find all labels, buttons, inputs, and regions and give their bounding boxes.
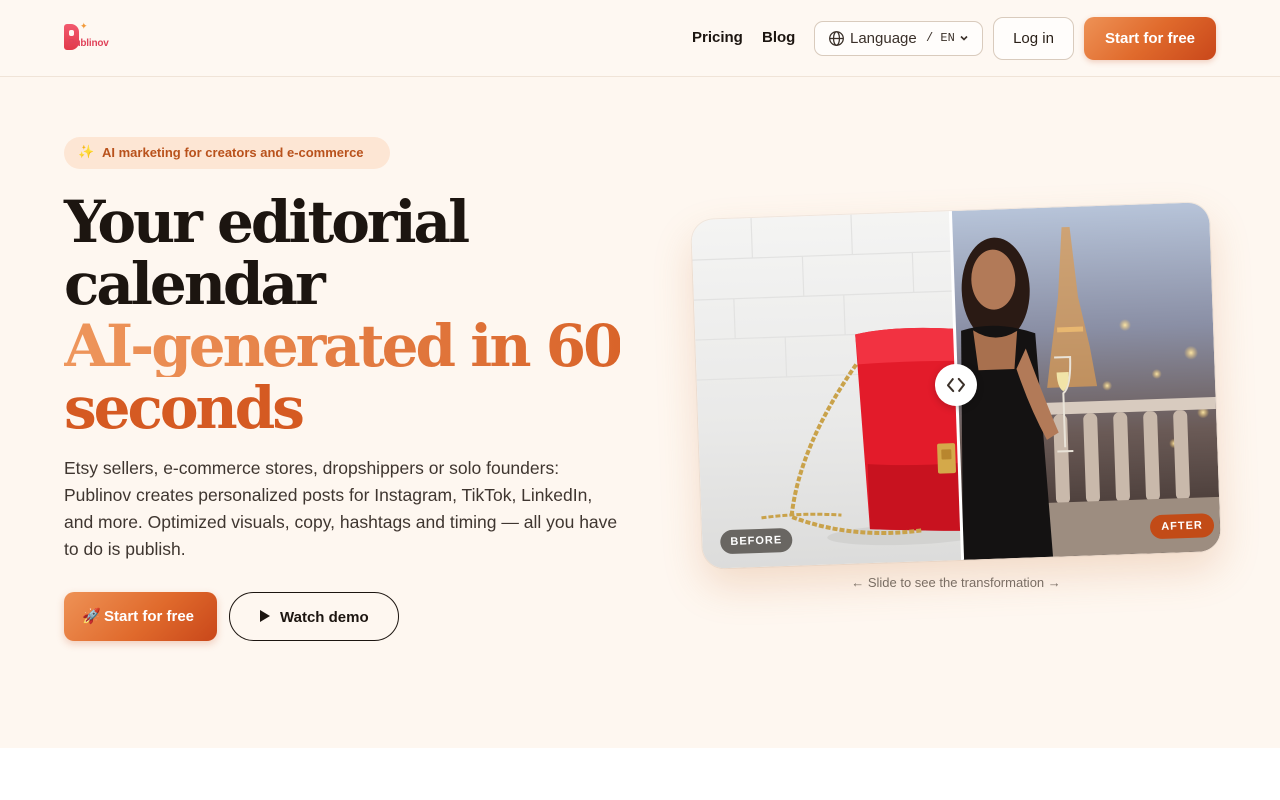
before-image <box>691 211 964 569</box>
chevron-down-icon <box>960 35 968 41</box>
login-button[interactable]: Log in <box>993 17 1074 60</box>
globe-icon <box>829 31 844 46</box>
hero-start-free-button[interactable]: 🚀 Start for free <box>64 592 217 641</box>
nav-blog-link[interactable]: Blog <box>762 29 795 46</box>
hero-title-line-2: calendar <box>64 250 326 318</box>
hero-title-line-3: AI-generated in 60 <box>64 312 623 380</box>
before-after-comparison[interactable]: BEFORE AFTER <box>691 202 1221 569</box>
language-code: / EN <box>926 31 955 45</box>
sparkles-icon: ✨ <box>78 144 95 159</box>
after-label: AFTER <box>1149 513 1215 540</box>
language-selector[interactable]: Language / EN <box>814 21 983 56</box>
paris-model-illustration <box>961 226 1221 560</box>
watch-demo-label: Watch demo <box>280 609 369 626</box>
play-icon <box>260 610 270 622</box>
site-header: ✦ Publinov Pricing Blog Language / EN Lo… <box>0 0 1280 77</box>
hero-badge: ✨ AI marketing for creators and e-commer… <box>64 137 390 169</box>
hero-badge-text: AI marketing for creators and e-commerce <box>102 145 364 160</box>
code-arrows-icon <box>946 377 965 393</box>
hero-title-line-1: Your editorial <box>64 188 470 256</box>
logo-star-icon: ✦ <box>80 21 88 31</box>
language-label: Language <box>850 30 917 47</box>
logo-wordmark: Publinov <box>68 38 109 49</box>
watch-demo-button[interactable]: Watch demo <box>229 592 399 641</box>
hero-start-free-label: Start for free <box>104 608 195 625</box>
red-handbag-illustration <box>692 214 964 546</box>
comparison-caption: ← Slide to see the transformation → <box>851 575 1061 590</box>
nav-pricing-link[interactable]: Pricing <box>692 29 743 46</box>
hero-title-line-4: seconds <box>64 374 305 442</box>
after-image <box>950 202 1221 560</box>
publinov-logo[interactable]: ✦ Publinov <box>64 22 110 54</box>
rocket-icon: 🚀 <box>82 608 101 625</box>
header-start-free-button[interactable]: Start for free <box>1084 17 1216 60</box>
before-label: BEFORE <box>719 527 793 555</box>
hero-description: Etsy sellers, e-commerce stores, dropshi… <box>64 458 618 559</box>
